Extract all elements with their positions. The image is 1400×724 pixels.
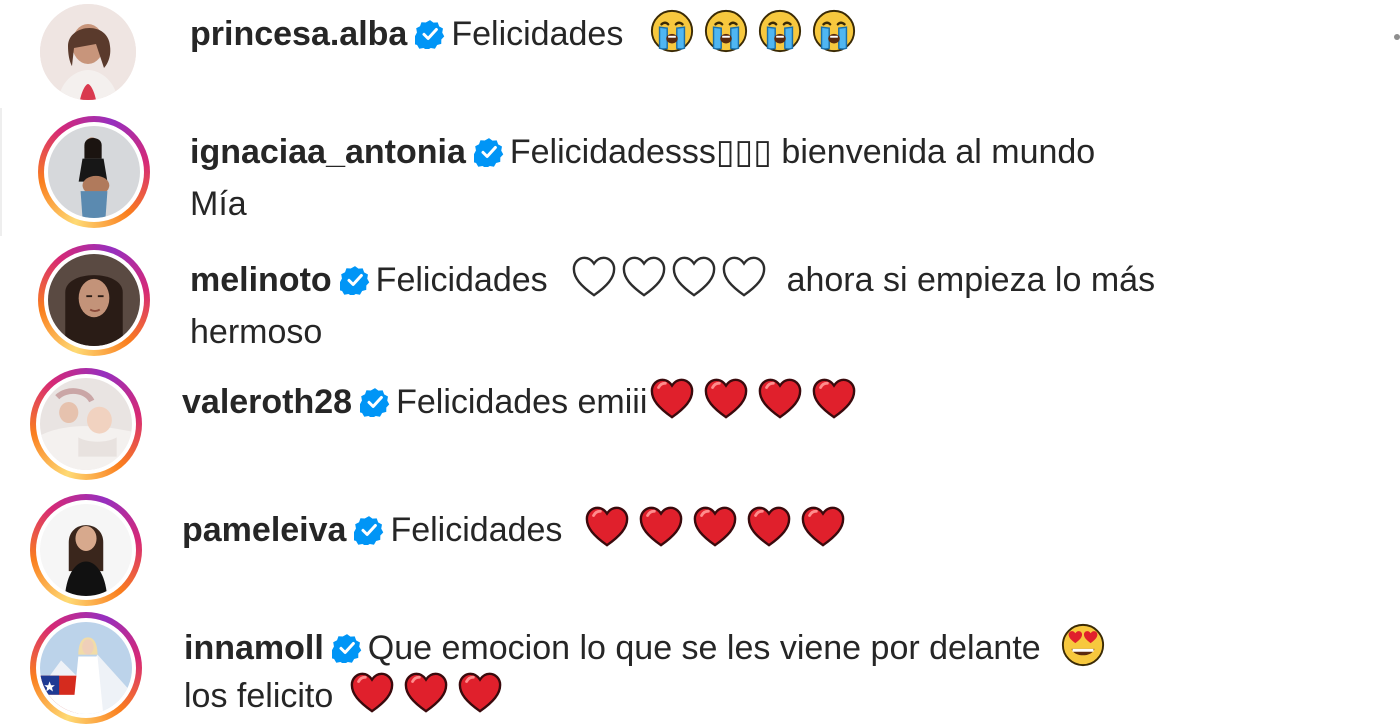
crying-face-icon: [757, 8, 803, 54]
verified-badge-icon: [354, 515, 384, 545]
avatar-photo: [48, 254, 140, 346]
verified-badge-icon: [360, 387, 390, 417]
avatar-photo: [40, 504, 132, 596]
comment-text: melinoto Felicidades ahora si empieza lo …: [190, 254, 1155, 306]
comment-username[interactable]: innamoll: [184, 629, 324, 667]
comment-text: ignaciaa_antonia Felicidadesss▯▯▯ bienven…: [190, 126, 1095, 178]
red-heart-icon: [811, 376, 857, 422]
red-heart-icon: [692, 504, 738, 550]
comment-username[interactable]: ignaciaa_antonia: [190, 133, 466, 171]
white-heart-icon: [621, 254, 667, 300]
avatar-photo: [40, 4, 136, 100]
comment-body: Felicidades: [390, 511, 563, 549]
comment-item: valeroth28 Felicidades emiii: [0, 366, 1400, 482]
comment-username[interactable]: valeroth28: [182, 383, 352, 421]
white-heart-icon: [571, 254, 617, 300]
verified-badge-icon: [340, 265, 370, 295]
avatar-story-ring[interactable]: [38, 244, 150, 356]
comment-text: pameleiva Felicidades: [182, 504, 854, 556]
comment-body: Felicidadesss▯▯▯ bienvenida al mundo: [509, 133, 1096, 171]
red-heart-icon: [703, 376, 749, 422]
comment-body: Que emocion lo que se les viene por dela…: [367, 629, 1041, 667]
crying-face-icon: [811, 8, 857, 54]
comment-body: hermoso: [190, 313, 323, 351]
red-heart-icon: [746, 504, 792, 550]
comment-text-continuation: los felicito: [184, 670, 511, 722]
red-heart-icon: [457, 670, 503, 716]
comment-body-after: ahora si empieza lo más: [786, 261, 1156, 299]
comment-text: princesa.alba Felicidades: [190, 8, 865, 60]
comment-item: ignaciaa_antonia Felicidadesss▯▯▯ bienven…: [0, 112, 1400, 232]
comment-body: los felicito: [184, 677, 334, 715]
comment-item: princesa.alba Felicidades: [0, 0, 1400, 105]
red-heart-icon: [757, 376, 803, 422]
comment-username[interactable]: melinoto: [190, 261, 332, 299]
avatar-story-ring[interactable]: [30, 612, 142, 724]
comment-username[interactable]: pameleiva: [182, 511, 346, 549]
red-heart-icon: [649, 376, 695, 422]
avatar-story-ring[interactable]: [30, 368, 142, 480]
red-heart-icon: [403, 670, 449, 716]
comment-text-continuation: hermoso: [190, 306, 322, 358]
white-heart-icon: [721, 254, 767, 300]
red-heart-icon: [584, 504, 630, 550]
white-heart-icon: [671, 254, 717, 300]
comment-body: Felicidades: [375, 261, 548, 299]
comment-body: Felicidades: [451, 15, 624, 53]
avatar-story-ring[interactable]: [38, 116, 150, 228]
avatar-photo: [48, 126, 140, 218]
avatar-photo: [40, 622, 132, 714]
comment-text: innamoll Que emocion lo que se les viene …: [184, 622, 1114, 674]
avatar-photo: [40, 378, 132, 470]
comment-item: innamoll Que emocion lo que se les viene …: [0, 608, 1400, 724]
avatar-story-ring[interactable]: [30, 494, 142, 606]
verified-badge-icon: [332, 633, 362, 663]
verified-badge-icon: [415, 19, 445, 49]
crying-face-icon: [703, 8, 749, 54]
comment-username[interactable]: princesa.alba: [190, 15, 407, 53]
comment-item: pameleiva Felicidades: [0, 492, 1400, 606]
comment-text: valeroth28 Felicidades emiii: [182, 376, 865, 428]
comment-text-continuation: Mía: [190, 178, 247, 230]
verified-badge-icon: [474, 137, 504, 167]
heart-eyes-face-icon: [1060, 622, 1106, 668]
avatar[interactable]: [40, 4, 136, 100]
comment-body: Felicidades emiii: [396, 383, 648, 421]
crying-face-icon: [649, 8, 695, 54]
red-heart-icon: [800, 504, 846, 550]
red-heart-icon: [349, 670, 395, 716]
red-heart-icon: [638, 504, 684, 550]
comment-item: melinoto Felicidades ahora si empieza lo …: [0, 240, 1400, 360]
comment-body: Mía: [190, 185, 247, 223]
